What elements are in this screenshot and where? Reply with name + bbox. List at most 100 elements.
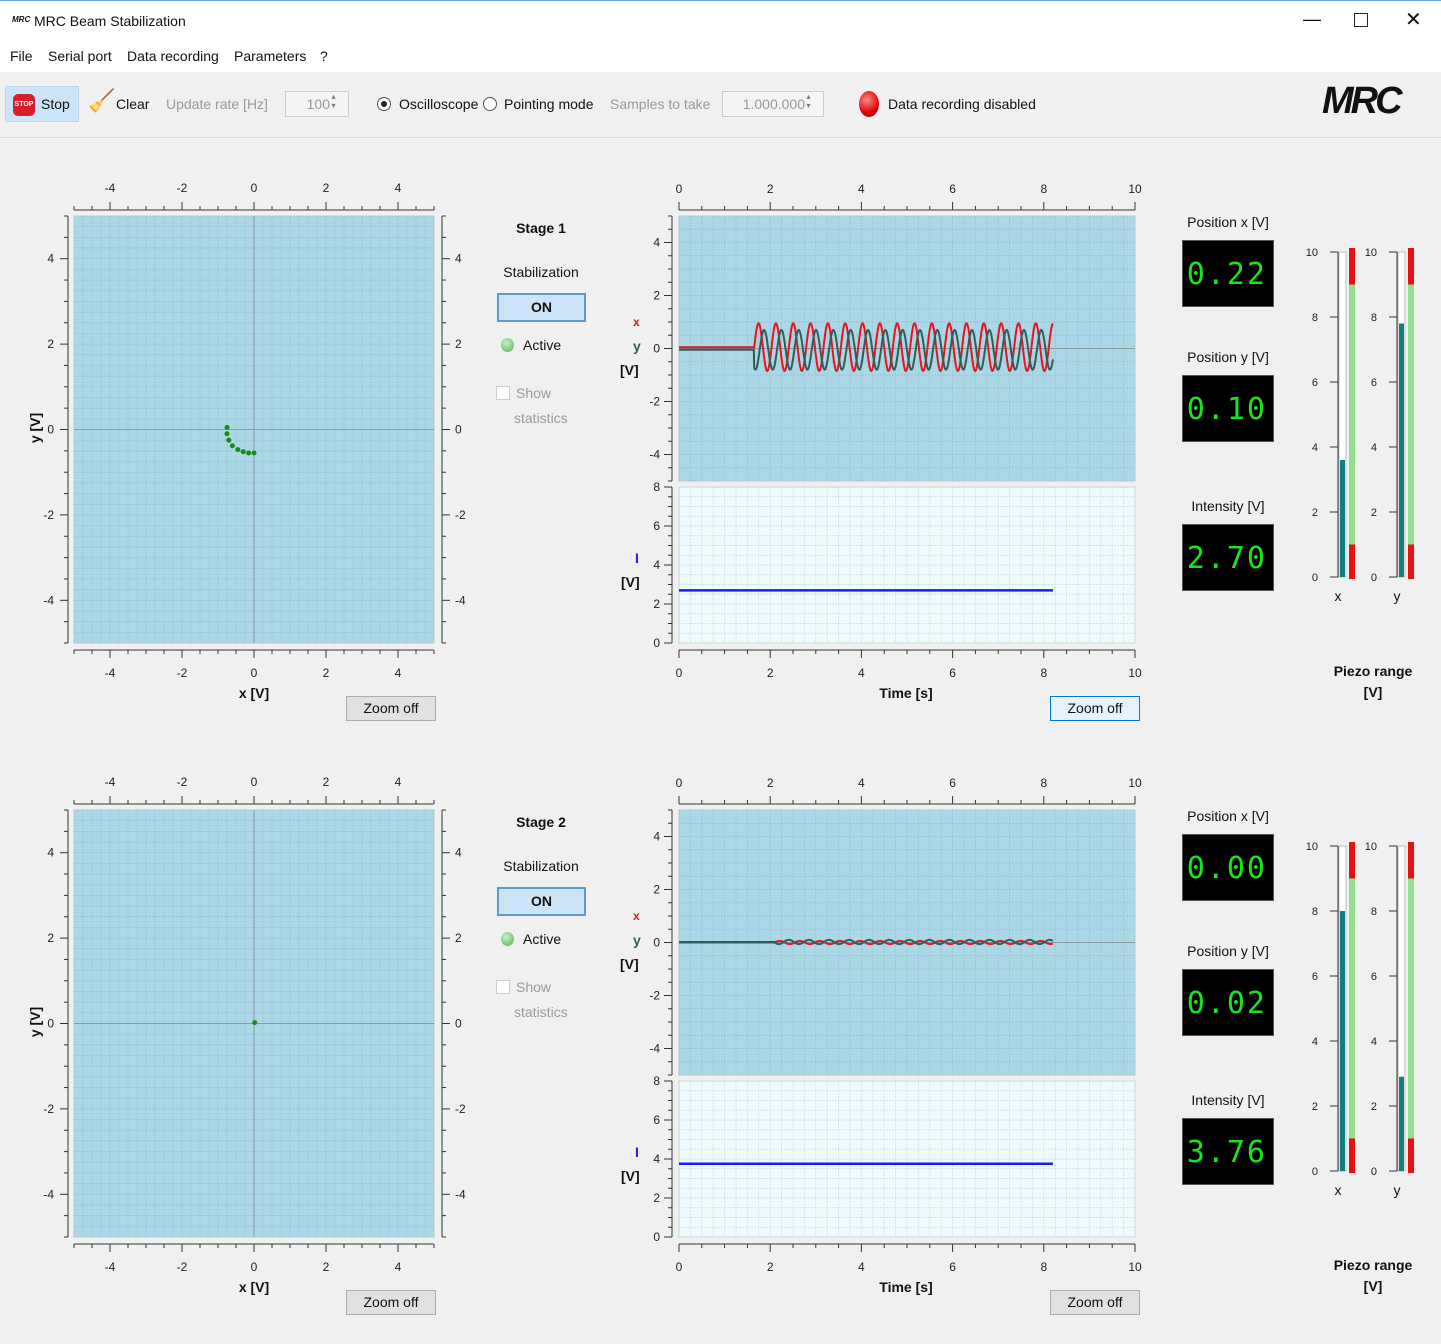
piezo-tick-label: 8	[1312, 312, 1318, 324]
tick-label: -2	[455, 1102, 466, 1116]
piezo-tick-label: 2	[1371, 507, 1377, 519]
int-ylabel: I	[635, 1144, 639, 1160]
tick-label: 6	[949, 1260, 956, 1274]
piezo-tick-label: 10	[1306, 247, 1318, 259]
xy-xlabel: x [V]	[238, 685, 270, 701]
piezo-upper-limit	[1408, 248, 1414, 285]
tick-label: 0	[653, 636, 660, 650]
piezo-label-y: y	[1393, 1182, 1401, 1198]
tick-label: 0	[653, 342, 660, 356]
piezo-tick-label: 0	[1312, 1166, 1318, 1178]
tick-label: -2	[177, 775, 188, 789]
piezo-lower-limit	[1408, 1138, 1414, 1173]
tick-label: 2	[767, 1260, 774, 1274]
tick-label: 0	[653, 936, 660, 950]
piezo-tick-label: 8	[1312, 906, 1318, 918]
readout-display-pos_y: 0.02	[1182, 969, 1274, 1036]
piezo-label-x: x	[1334, 588, 1342, 604]
stabilization-label: Stabilization	[503, 264, 579, 280]
readout-label-pos_x: Position x [V]	[1187, 214, 1269, 230]
tick-label: 6	[949, 666, 956, 680]
piezo-tick-label: 10	[1306, 841, 1318, 853]
tick-label: -2	[649, 395, 660, 409]
piezo-tick-label: 6	[1371, 971, 1377, 983]
xy-data-point	[251, 450, 257, 456]
tick-label: 10	[1128, 666, 1142, 680]
stabilization-label: Stabilization	[503, 858, 579, 874]
xy-zoom-off-button[interactable]: Zoom off	[346, 696, 436, 721]
pos-ylabel-unit: [V]	[620, 956, 639, 972]
time-zoom-off-button[interactable]: Zoom off	[1050, 1290, 1140, 1315]
tick-label: -4	[43, 593, 54, 607]
int-ylabel-unit: [V]	[621, 1168, 640, 1184]
piezo-tick-label: 6	[1312, 377, 1318, 389]
piezo-tick-label: 0	[1371, 1166, 1377, 1178]
tick-label: 4	[858, 776, 865, 790]
tick-label: 2	[767, 666, 774, 680]
tick-label: 2	[767, 182, 774, 196]
tick-label: 4	[858, 1260, 865, 1274]
tick-label: 4	[858, 182, 865, 196]
readout-display-pos_y: 0.10	[1182, 375, 1274, 442]
piezo-tick-label: 0	[1371, 572, 1377, 584]
piezo-safe-zone	[1349, 284, 1355, 545]
time-zoom-off-button[interactable]: Zoom off	[1050, 696, 1140, 721]
tick-label: 2	[653, 883, 660, 897]
tick-label: 8	[1040, 776, 1047, 790]
tick-label: 8	[653, 1074, 660, 1088]
tick-label: 0	[676, 666, 683, 680]
show-statistics-checkbox[interactable]	[496, 386, 510, 400]
piezo-label-x: x	[1334, 1182, 1342, 1198]
tick-label: 4	[653, 558, 660, 572]
piezo-tick-label: 4	[1371, 442, 1377, 454]
tick-label: 4	[455, 252, 462, 266]
piezo-upper-limit	[1408, 842, 1414, 879]
piezo-range-unit: [V]	[1363, 1278, 1383, 1294]
piezo-tick-label: 4	[1312, 442, 1318, 454]
tick-label: -2	[43, 1102, 54, 1116]
readout-label-intensity: Intensity [V]	[1191, 1092, 1265, 1108]
tick-label: 4	[653, 236, 660, 250]
xy-ylabel: y [V]	[27, 1006, 44, 1038]
tick-label: 2	[767, 776, 774, 790]
piezo-tick-label: 0	[1312, 572, 1318, 584]
tick-label: -2	[177, 181, 188, 195]
piezo-lower-limit	[1349, 1138, 1355, 1173]
active-led-icon	[501, 338, 514, 352]
piezo-tick-label: 4	[1371, 1036, 1377, 1048]
pos-ylabel-x: x	[633, 315, 640, 329]
xy-data-point	[229, 443, 235, 449]
tick-label: 0	[676, 182, 683, 196]
stage-title: Stage 1	[516, 220, 566, 236]
readout-label-pos_y: Position y [V]	[1187, 349, 1269, 365]
tick-label: 0	[251, 1260, 258, 1274]
active-led-icon	[501, 932, 514, 946]
piezo-tick-label: 8	[1371, 312, 1377, 324]
xy-data-point	[224, 424, 230, 430]
time-xlabel: Time [s]	[879, 685, 933, 701]
tick-label: -4	[43, 1187, 54, 1201]
xy-data-point	[246, 450, 252, 456]
show-statistics-label: Show	[516, 385, 552, 401]
tick-label: -2	[455, 508, 466, 522]
active-label: Active	[523, 931, 562, 947]
stabilization-toggle-button[interactable]: ON	[497, 293, 586, 322]
readout-display-pos_x: 0.00	[1182, 834, 1274, 901]
show-statistics-checkbox[interactable]	[496, 980, 510, 994]
tick-label: 2	[455, 337, 462, 351]
piezo-safe-zone	[1408, 878, 1414, 1139]
xy-zoom-off-button[interactable]: Zoom off	[346, 1290, 436, 1315]
stabilization-toggle-button[interactable]: ON	[497, 887, 586, 916]
tick-label: 2	[323, 775, 330, 789]
tick-label: 4	[47, 252, 54, 266]
tick-label: 10	[1128, 1260, 1142, 1274]
tick-label: 0	[251, 775, 258, 789]
tick-label: 2	[653, 289, 660, 303]
readout-label-pos_x: Position x [V]	[1187, 808, 1269, 824]
piezo-range-title: Piezo range	[1333, 663, 1413, 679]
piezo-tick-label: 2	[1371, 1101, 1377, 1113]
readout-label-pos_y: Position y [V]	[1187, 943, 1269, 959]
tick-label: 6	[949, 776, 956, 790]
active-label: Active	[523, 337, 562, 353]
piezo-safe-zone	[1349, 878, 1355, 1139]
